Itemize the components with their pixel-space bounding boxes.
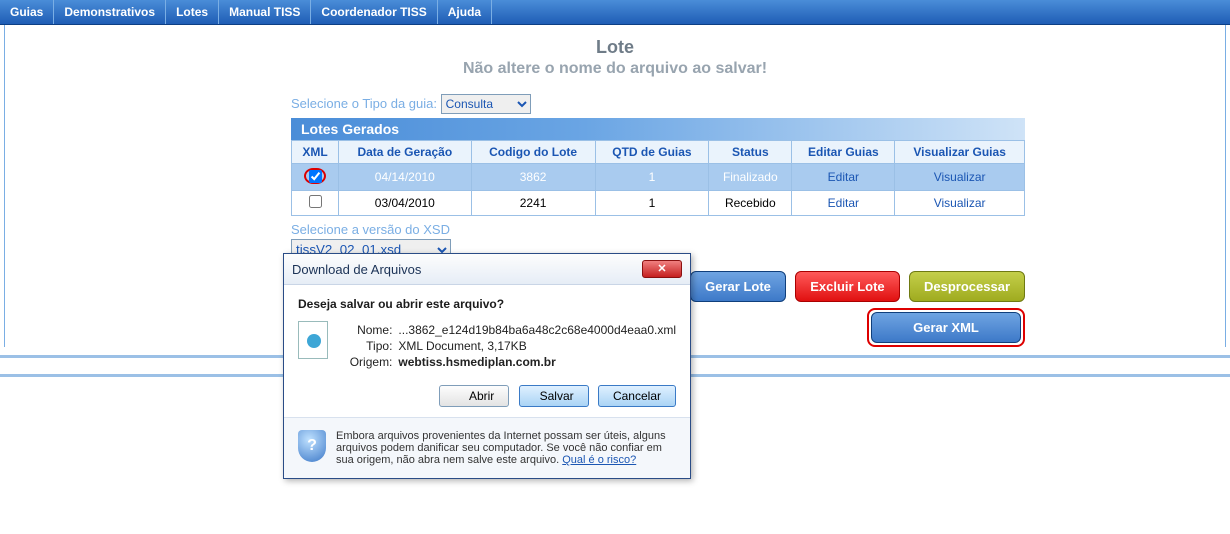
lotes-panel-header: Lotes Gerados	[291, 118, 1025, 140]
dialog-footer: ? Embora arquivos provenientes da Intern…	[284, 418, 690, 478]
page-title: Lote	[5, 37, 1225, 58]
cell-status: Recebido	[709, 190, 792, 215]
row-checkbox-highlight	[304, 168, 326, 184]
menu-item-demonstrativos[interactable]: Demonstrativos	[54, 0, 166, 24]
menu-item-guias[interactable]: Guias	[0, 0, 54, 24]
close-icon[interactable]: ✕	[642, 260, 682, 278]
abrir-button[interactable]: Abrir	[439, 385, 509, 407]
tipo-guia-label: Selecione o Tipo da guia:	[291, 96, 437, 111]
dialog-file-info: Nome: ...3862_e124d19b84ba6a48c2c68e4000d…	[298, 321, 676, 371]
editar-link[interactable]: Editar	[828, 196, 859, 210]
th-data: Data de Geração	[339, 141, 471, 164]
tipo-guia-select[interactable]: Consulta	[441, 94, 531, 114]
file-details: Nome: ...3862_e124d19b84ba6a48c2c68e4000d…	[342, 321, 676, 371]
dialog-buttons: Abrir Salvar Cancelar	[298, 385, 676, 407]
cell-data: 04/14/2010	[339, 164, 471, 191]
th-editar: Editar Guias	[792, 141, 895, 164]
dialog-body: Deseja salvar ou abrir este arquivo? Nom…	[284, 285, 690, 418]
th-status: Status	[709, 141, 792, 164]
tipo-guia-row: Selecione o Tipo da guia: Consulta	[291, 94, 1225, 114]
th-qtd: QTD de Guias	[595, 141, 709, 164]
gerar-xml-button[interactable]: Gerar XML	[871, 312, 1021, 343]
cell-data: 03/04/2010	[339, 190, 471, 215]
table-row[interactable]: 04/14/2010 3862 1 Finalizado Editar Visu…	[292, 164, 1025, 191]
label-nome: Nome:	[342, 323, 392, 337]
menu-item-ajuda[interactable]: Ajuda	[438, 0, 492, 24]
th-xml: XML	[292, 141, 339, 164]
menu-item-manual-tiss[interactable]: Manual TISS	[219, 0, 311, 24]
value-nome: ...3862_e124d19b84ba6a48c2c68e4000d4eaa0…	[398, 323, 676, 337]
menu-item-coordenador-tiss[interactable]: Coordenador TISS	[311, 0, 437, 24]
visualizar-link[interactable]: Visualizar	[934, 196, 986, 210]
visualizar-link[interactable]: Visualizar	[934, 170, 986, 184]
cell-status: Finalizado	[709, 164, 792, 191]
dialog-warning: Embora arquivos provenientes da Internet…	[336, 430, 676, 466]
dialog-title: Download de Arquivos	[292, 262, 421, 277]
value-origem: webtiss.hsmediplan.com.br	[398, 355, 555, 369]
lotes-panel: Lotes Gerados XML Data de Geração Codigo…	[291, 118, 1025, 216]
dialog-question: Deseja salvar ou abrir este arquivo?	[298, 297, 676, 311]
label-origem: Origem:	[342, 355, 392, 369]
gerar-xml-highlight: Gerar XML	[867, 308, 1025, 347]
cell-codigo: 3862	[471, 164, 595, 191]
table-row[interactable]: 03/04/2010 2241 1 Recebido Editar Visual…	[292, 190, 1025, 215]
file-icon	[298, 321, 328, 359]
value-tipo: XML Document, 3,17KB	[398, 339, 526, 353]
page-subtitle: Não altere o nome do arquivo ao salvar!	[5, 60, 1225, 78]
editar-link[interactable]: Editar	[828, 170, 859, 184]
row-checkbox[interactable]	[309, 170, 322, 183]
row-checkbox[interactable]	[309, 195, 322, 208]
xsd-label: Selecione a versão do XSD	[291, 222, 450, 237]
menu-item-lotes[interactable]: Lotes	[166, 0, 219, 24]
th-codigo: Codigo do Lote	[471, 141, 595, 164]
cell-codigo: 2241	[471, 190, 595, 215]
cancelar-button[interactable]: Cancelar	[598, 385, 676, 407]
risk-link[interactable]: Qual é o risco?	[562, 454, 636, 466]
gerar-lote-button[interactable]: Gerar Lote	[690, 271, 786, 302]
desprocessar-button[interactable]: Desprocessar	[909, 271, 1025, 302]
download-dialog: Download de Arquivos ✕ Deseja salvar ou …	[283, 253, 691, 479]
cell-qtd: 1	[595, 164, 709, 191]
th-visualizar: Visualizar Guias	[895, 141, 1025, 164]
shield-icon: ?	[298, 430, 326, 462]
lotes-table: XML Data de Geração Codigo do Lote QTD d…	[291, 140, 1025, 216]
excluir-lote-button[interactable]: Excluir Lote	[795, 271, 899, 302]
label-tipo: Tipo:	[342, 339, 392, 353]
cell-qtd: 1	[595, 190, 709, 215]
salvar-button[interactable]: Salvar	[519, 385, 589, 407]
dialog-titlebar: Download de Arquivos ✕	[284, 254, 690, 285]
menubar: Guias Demonstrativos Lotes Manual TISS C…	[0, 0, 1230, 25]
